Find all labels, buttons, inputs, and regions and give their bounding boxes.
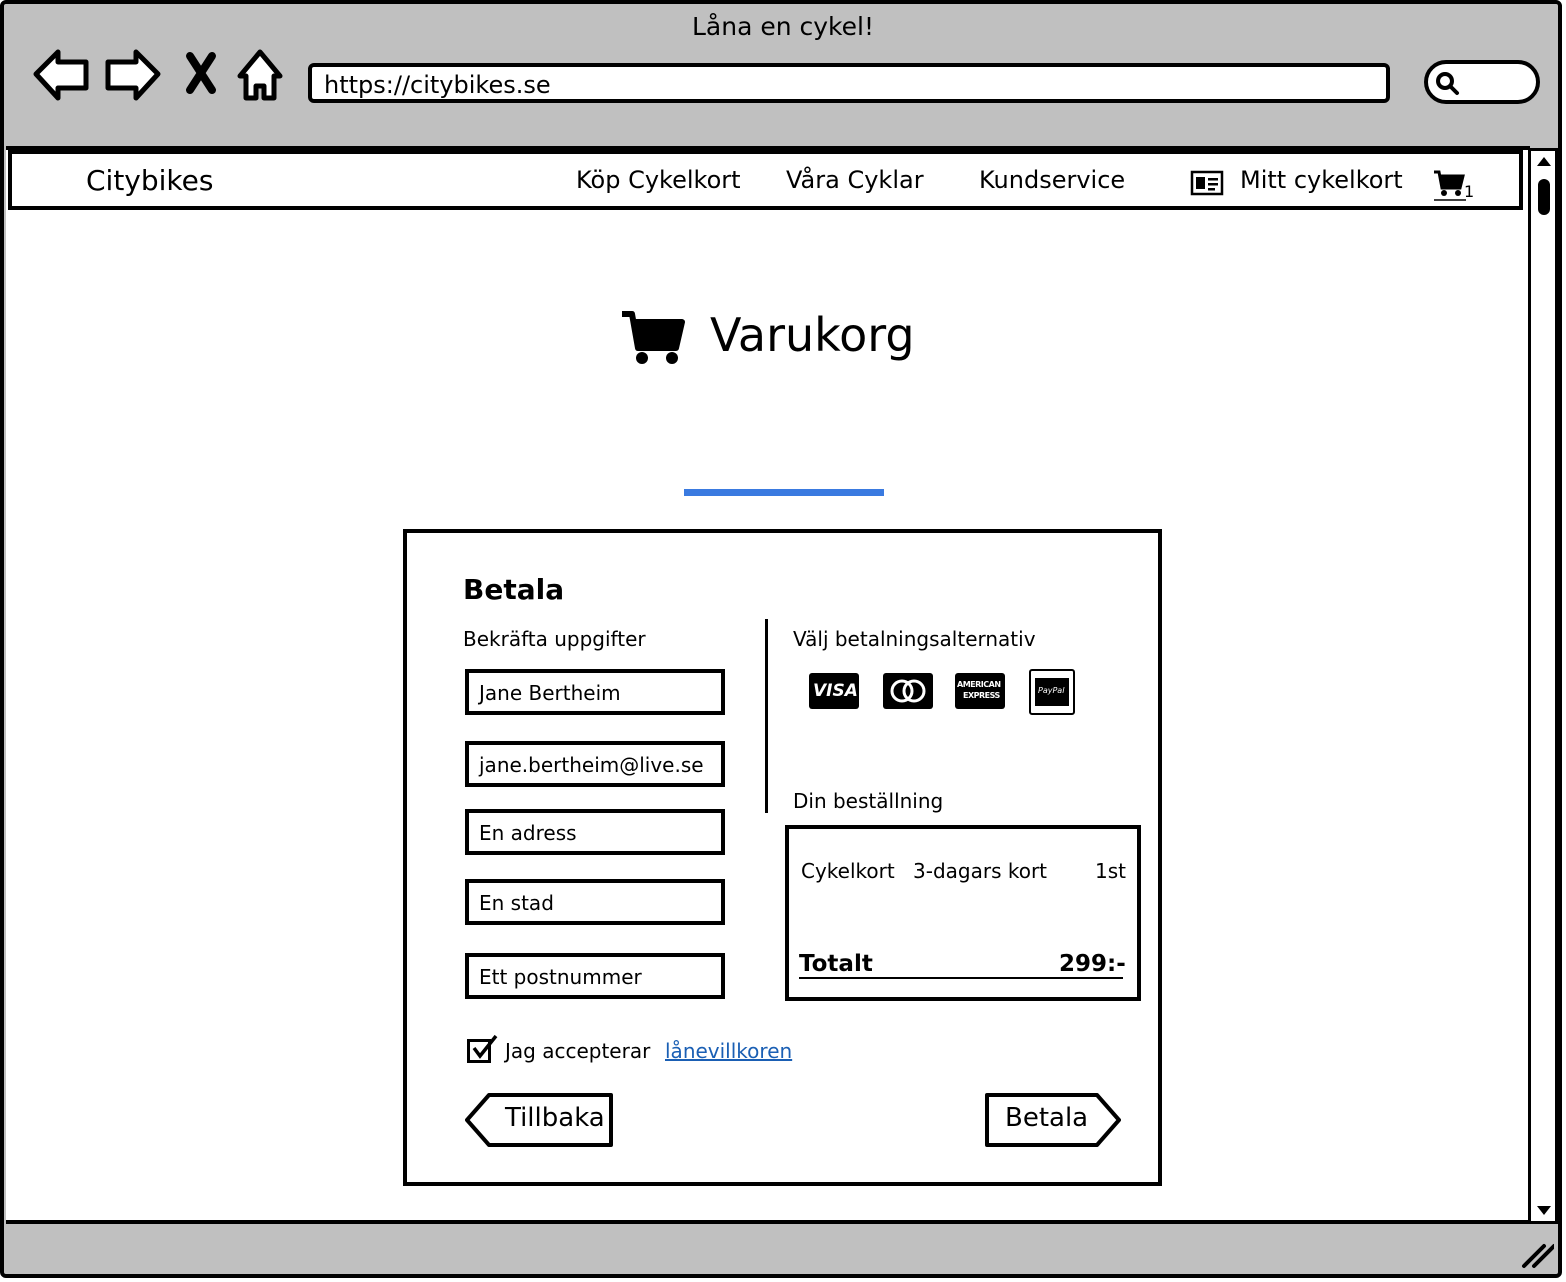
address-field-value: En adress [479,821,577,845]
order-summary-box: Cykelkort 3-dagars kort 1st Totalt 299:- [785,825,1141,1001]
nav-link-buy-card[interactable]: Köp Cykelkort [576,166,741,194]
terms-checkbox[interactable] [467,1034,498,1063]
order-product-type: 3-dagars kort [913,859,1048,883]
terms-link[interactable]: lånevillkoren [665,1039,792,1063]
total-underline [799,977,1123,979]
paypal-option-selected[interactable]: PayPal [1029,669,1075,715]
cart-count-badge: 1 [1464,182,1475,201]
scroll-up-icon[interactable] [1536,155,1552,167]
order-product: Cykelkort [801,859,895,883]
name-field[interactable]: Jane Bertheim [465,669,725,715]
scroll-thumb[interactable] [1538,179,1550,215]
checkout-title: Betala [463,573,565,606]
nav-link-customer-service[interactable]: Kundservice [979,166,1125,194]
forward-arrow-icon[interactable] [105,49,161,101]
terms-text: Jag accepterar [505,1039,651,1063]
pay-button-label: Betala [1005,1103,1089,1133]
back-button-label: Tillbaka [505,1103,605,1133]
total-label: Totalt [799,951,873,977]
paypal-icon: PayPal [1035,678,1069,706]
confirm-details-label: Bekräfta uppgifter [463,627,646,651]
close-x-icon[interactable] [186,52,216,94]
checkmark-icon [472,1034,498,1059]
nav-link-my-card[interactable]: Mitt cykelkort [1240,166,1403,194]
cart-icon[interactable] [1432,168,1466,202]
browser-nav-buttons [33,49,283,101]
cart-icon [622,311,685,364]
scroll-down-icon[interactable] [1536,1205,1552,1217]
mastercard-circles-icon [890,679,926,703]
address-bar[interactable]: https://citybikes.se [308,63,1390,103]
site-navbar: Citybikes Köp Cykelkort Våra Cyklar Kund… [8,150,1523,210]
back-arrow-icon[interactable] [33,49,89,101]
postcode-field[interactable]: Ett postnummer [465,953,725,999]
vertical-scrollbar[interactable] [1528,148,1558,1224]
postcode-field-value: Ett postnummer [479,965,642,989]
order-quantity: 1st [1095,859,1126,883]
pay-button[interactable]: Betala [985,1093,1121,1147]
progress-indicator [684,489,884,496]
city-field[interactable]: En stad [465,879,725,925]
url-text: https://citybikes.se [324,71,551,99]
mastercard-icon[interactable] [883,673,933,709]
window-title: Låna en cykel! [691,12,874,41]
address-field[interactable]: En adress [465,809,725,855]
order-label: Din beställning [793,789,944,813]
back-button[interactable]: Tillbaka [465,1093,615,1147]
payment-options-label: Välj betalningsalternativ [793,627,1036,651]
checkout-card: Betala Bekräfta uppgifter Jane Bertheim … [403,529,1162,1186]
id-card-icon[interactable] [1190,170,1224,196]
home-icon[interactable] [237,49,283,101]
total-value: 299:- [1059,951,1126,977]
resize-grip-icon[interactable] [1520,1240,1554,1270]
email-field[interactable]: jane.bertheim@live.se [465,741,725,787]
magnifier-icon [1436,72,1459,95]
visa-card-icon[interactable]: VISA [809,673,859,709]
city-field-value: En stad [479,891,554,915]
nav-link-our-bikes[interactable]: Våra Cyklar [786,166,924,194]
amex-card-icon[interactable]: AMERICAN EXPRESS [955,673,1005,709]
email-field-value: jane.bertheim@live.se [479,753,704,777]
browser-search-field[interactable] [1424,60,1540,104]
brand-logo-text[interactable]: Citybikes [86,164,213,197]
name-field-value: Jane Bertheim [479,681,621,705]
page-title: Varukorg [710,308,915,362]
column-divider [765,619,768,813]
